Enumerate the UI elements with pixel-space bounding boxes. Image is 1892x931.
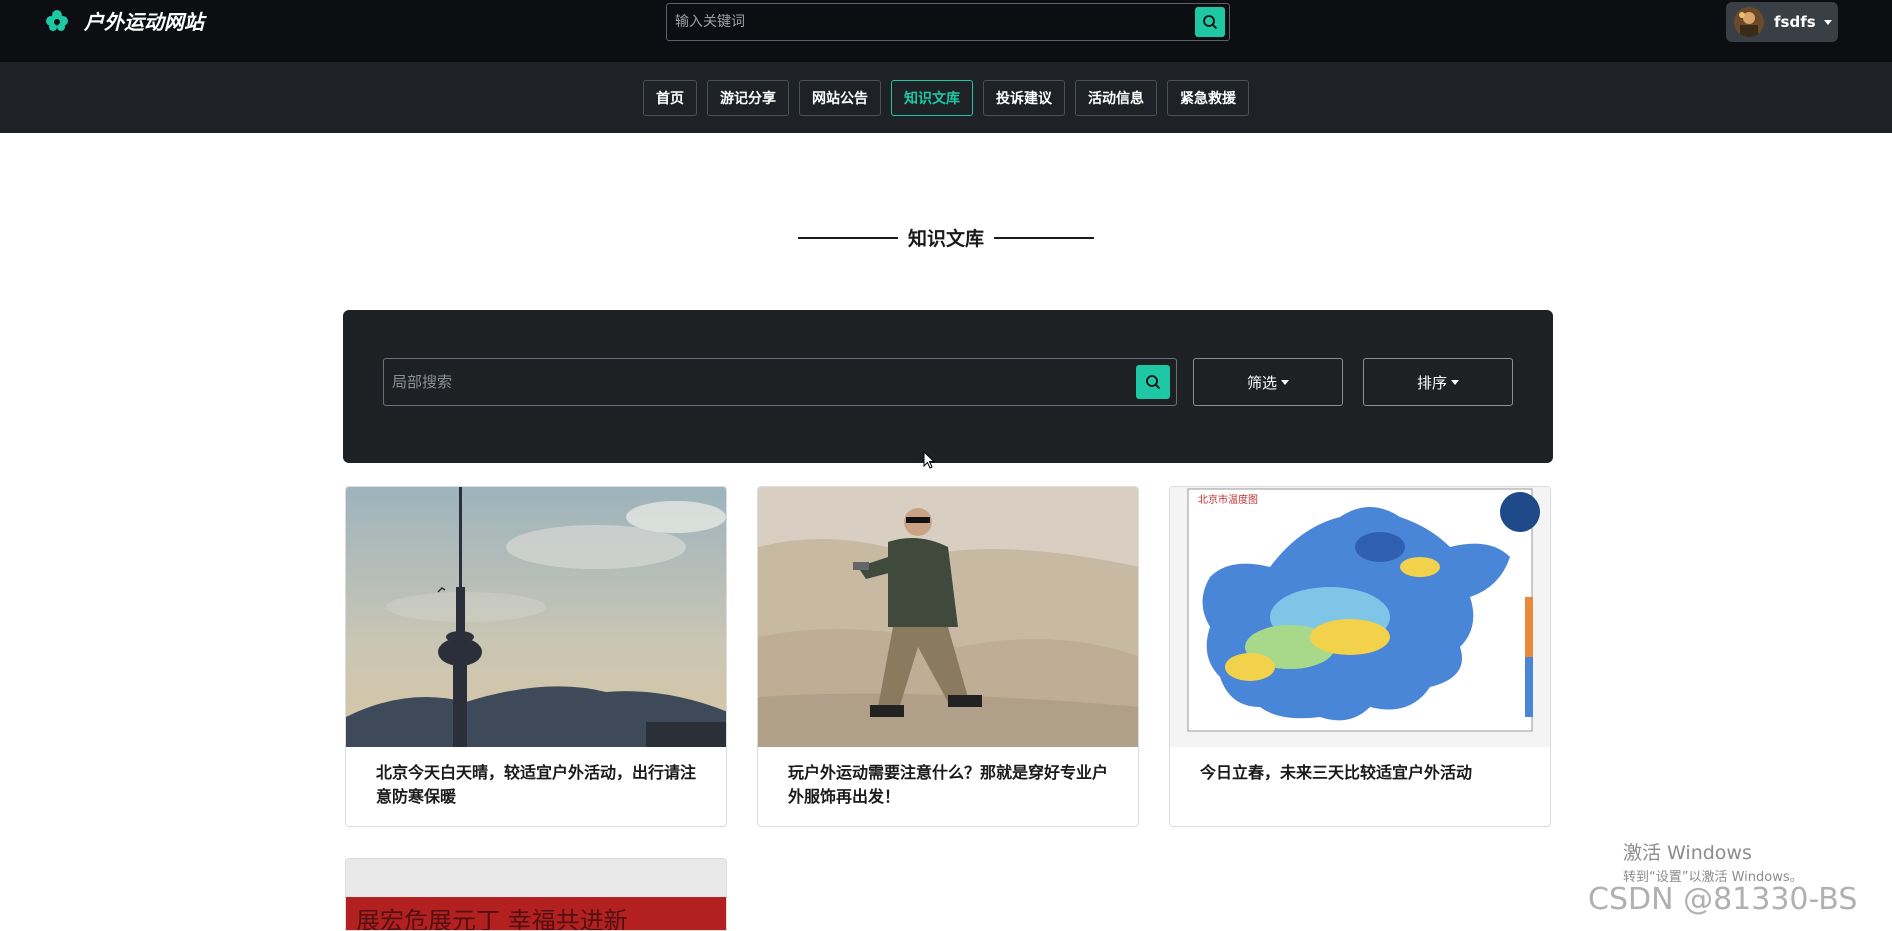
nav-items: 首页 游记分享 网站公告 知识文库 投诉建议 活动信息 紧急救援 xyxy=(0,80,1892,116)
search-icon xyxy=(1203,15,1218,30)
nav-item[interactable]: 投诉建议 xyxy=(983,80,1065,116)
article-card[interactable]: 北京市温度图 今日立春，未来三天比较适宜户外活动 xyxy=(1169,486,1551,827)
global-search-input[interactable] xyxy=(667,4,1195,40)
article-title: 北京今天白天晴，较适宜户外活动，出行请注意防寒保暖 xyxy=(376,763,697,806)
leaf-logo-icon xyxy=(46,9,68,31)
sort-dropdown-button[interactable]: 排序 xyxy=(1363,358,1513,406)
search-icon xyxy=(1146,375,1161,390)
nav-item[interactable]: 游记分享 xyxy=(707,80,789,116)
site-name: 户外运动网站 xyxy=(84,10,204,34)
article-card[interactable]: 北京今天白天晴，较适宜户外活动，出行请注意防寒保暖 xyxy=(345,486,727,827)
avatar xyxy=(1734,7,1764,37)
local-search-button[interactable] xyxy=(1136,365,1170,399)
page-title: 知识文库 xyxy=(907,228,984,250)
chevron-down-icon xyxy=(1823,19,1832,25)
nav-item[interactable]: 网站公告 xyxy=(799,80,881,116)
windows-activation-title: 激活 Windows xyxy=(1623,842,1752,864)
article-card[interactable]: 玩户外运动需要注意什么？那就是穿好专业户外服饰再出发！ xyxy=(757,486,1139,827)
article-image-temperature-map: 北京市温度图 xyxy=(1170,487,1550,747)
top-header: 户外运动网站 fsdfs xyxy=(0,0,1892,62)
heading-divider-right xyxy=(994,236,1094,239)
heading-divider-left xyxy=(797,236,898,239)
site-logo[interactable]: 户外运动网站 xyxy=(44,6,204,35)
main-navbar: 首页 游记分享 网站公告 知识文库 投诉建议 活动信息 紧急救援 xyxy=(0,62,1892,133)
sort-label: 排序 xyxy=(1416,373,1447,392)
csdn-watermark: CSDN @81330-BS xyxy=(1588,882,1858,917)
username: fsdfs xyxy=(1774,13,1816,31)
local-search-box xyxy=(383,358,1177,406)
svg-text:北京市温度图: 北京市温度图 xyxy=(1198,493,1258,506)
article-image-hiker xyxy=(758,487,1138,747)
nav-item[interactable]: 知识文库 xyxy=(891,80,973,116)
svg-text:展宏危展元丁 幸福共进新: 展宏危展元丁 幸福共进新 xyxy=(356,907,628,931)
article-image-banner: 展宏危展元丁 幸福共进新 xyxy=(346,859,726,931)
global-search-button[interactable] xyxy=(1195,7,1225,37)
filter-panel: 筛选 排序 xyxy=(343,310,1553,463)
nav-item[interactable]: 活动信息 xyxy=(1075,80,1157,116)
mouse-cursor-icon xyxy=(923,451,935,469)
filter-dropdown-button[interactable]: 筛选 xyxy=(1193,358,1343,406)
section-heading: 知识文库 xyxy=(0,224,1892,251)
article-title: 玩户外运动需要注意什么？那就是穿好专业户外服饰再出发！ xyxy=(788,763,1109,806)
article-image-tower xyxy=(346,487,726,747)
chevron-down-icon xyxy=(1281,379,1289,385)
local-search-input[interactable] xyxy=(384,359,1136,405)
nav-item[interactable]: 首页 xyxy=(643,80,697,116)
filter-label: 筛选 xyxy=(1246,373,1277,392)
chevron-down-icon xyxy=(1451,379,1459,385)
article-card[interactable]: 展宏危展元丁 幸福共进新 xyxy=(345,858,727,931)
article-title: 今日立春，未来三天比较适宜户外活动 xyxy=(1200,763,1473,782)
global-search-box xyxy=(666,3,1230,41)
user-menu-button[interactable]: fsdfs xyxy=(1726,2,1838,42)
nav-item[interactable]: 紧急救援 xyxy=(1167,80,1249,116)
